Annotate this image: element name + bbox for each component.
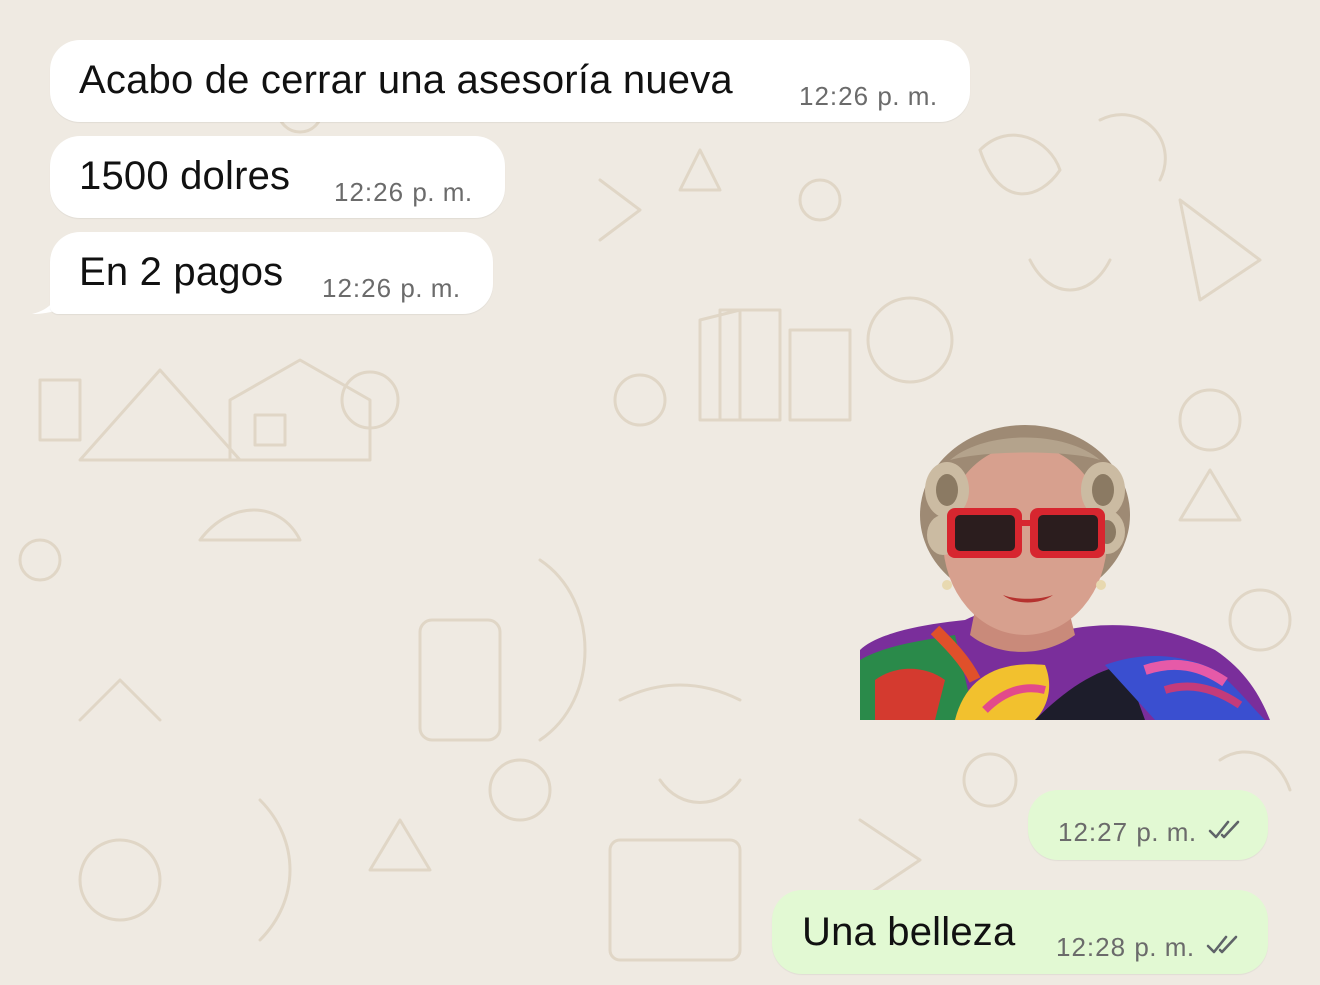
timestamp-time: 12:26 — [334, 177, 405, 207]
timestamp-time: 12:26 — [799, 81, 870, 111]
timestamp-ampm: p. m. — [412, 177, 473, 207]
woman-with-red-sunglasses-sticker[interactable] — [855, 420, 1275, 725]
message-text: Acabo de cerrar una asesoría nueva — [79, 58, 733, 102]
incoming-message-bubble[interactable]: En 2 pagos 12:26 p. m. — [50, 232, 493, 314]
message-timestamp: 12:27 p. m. — [1058, 817, 1197, 848]
message-text: En 2 pagos — [79, 250, 284, 294]
timestamp-ampm: p. m. — [400, 273, 461, 303]
message-timestamp: 12:26 p. m. — [322, 273, 461, 304]
message-timestamp: 12:26 p. m. — [334, 177, 473, 208]
outgoing-message-bubble[interactable]: Una belleza 12:28 p. m. — [772, 890, 1268, 974]
message-text: 1500 dolres — [79, 154, 291, 198]
timestamp-time: 12:27 — [1058, 817, 1129, 847]
outgoing-message-bubble[interactable]: 12:27 p. m. — [1028, 790, 1268, 860]
timestamp-time: 12:28 — [1056, 932, 1127, 962]
double-check-icon — [1206, 935, 1238, 954]
timestamp-ampm: p. m. — [877, 81, 938, 111]
message-timestamp: 12:26 p. m. — [799, 81, 938, 112]
incoming-message-bubble[interactable]: 1500 dolres 12:26 p. m. — [50, 136, 505, 218]
timestamp-ampm: p. m. — [1134, 932, 1195, 962]
incoming-message-bubble[interactable]: Acabo de cerrar una asesoría nueva 12:26… — [50, 40, 970, 122]
message-timestamp: 12:28 p. m. — [1056, 932, 1195, 963]
double-check-icon — [1208, 820, 1240, 839]
timestamp-ampm: p. m. — [1136, 817, 1197, 847]
message-text: Una belleza — [802, 910, 1016, 954]
timestamp-time: 12:26 — [322, 273, 393, 303]
